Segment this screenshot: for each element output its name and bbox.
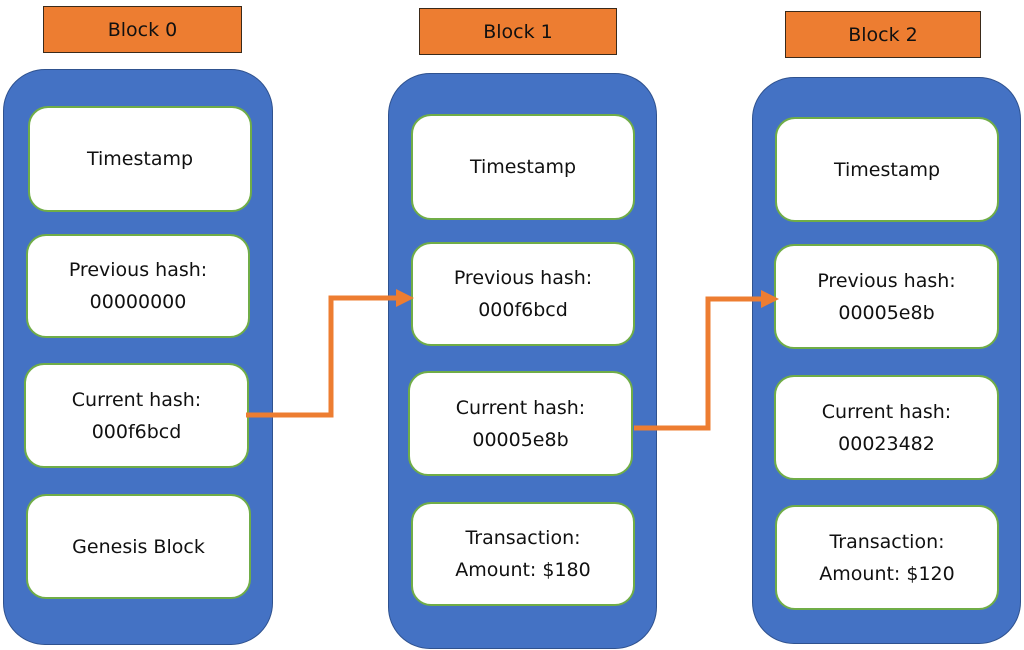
cell-text: Transaction: bbox=[829, 530, 945, 553]
block-0-timestamp-cell: Timestamp bbox=[28, 106, 252, 212]
block-0-current-hash-cell: Current hash: 000f6bcd bbox=[24, 363, 249, 468]
cell-value: 00005e8b bbox=[472, 428, 569, 451]
block-1-label: Block 1 bbox=[419, 8, 617, 55]
cell-text: Previous hash: bbox=[453, 267, 593, 289]
cell-text: Current hash: bbox=[821, 400, 952, 423]
block-0-label: Block 0 bbox=[43, 6, 242, 53]
block-2-previous-hash-cell: Previous hash: 00005e8b bbox=[774, 244, 999, 349]
block-1-current-hash-cell: Current hash: 00005e8b bbox=[408, 371, 633, 476]
block-2-current-hash-cell: Current hash: 00023482 bbox=[774, 375, 999, 480]
block-1-timestamp-cell: Timestamp bbox=[411, 114, 635, 220]
cell-text: Genesis Block bbox=[72, 535, 205, 558]
block-2-label: Block 2 bbox=[785, 11, 981, 58]
cell-value: 000f6bcd bbox=[478, 299, 568, 321]
cell-text: Timestamp bbox=[86, 148, 194, 170]
block-2: Timestamp Previous hash: 00005e8b Curren… bbox=[752, 77, 1021, 644]
cell-value: 00023482 bbox=[838, 432, 935, 455]
block-0-previous-hash-cell: Previous hash: 00000000 bbox=[26, 234, 250, 338]
cell-value: Amount: $120 bbox=[819, 562, 955, 585]
block-1: Timestamp Previous hash: 000f6bcd Curren… bbox=[388, 73, 657, 649]
cell-value: 00005e8b bbox=[838, 301, 935, 324]
block-2-timestamp-cell: Timestamp bbox=[775, 117, 999, 222]
block-1-previous-hash-cell: Previous hash: 000f6bcd bbox=[411, 242, 635, 346]
cell-text: Timestamp bbox=[469, 156, 577, 178]
cell-value: 00000000 bbox=[89, 291, 187, 313]
block-0: Timestamp Previous hash: 00000000 Curren… bbox=[3, 69, 273, 645]
cell-value: Amount: $180 bbox=[455, 559, 591, 581]
cell-text: Current hash: bbox=[455, 396, 586, 419]
cell-text: Previous hash: bbox=[817, 269, 956, 292]
block-0-genesis-cell: Genesis Block bbox=[26, 494, 251, 599]
block-2-transaction-cell: Transaction: Amount: $120 bbox=[775, 505, 999, 610]
cell-text: Transaction: bbox=[465, 527, 581, 549]
cell-text: Current hash: bbox=[71, 388, 202, 411]
block-1-transaction-cell: Transaction: Amount: $180 bbox=[411, 502, 635, 606]
cell-text: Previous hash: bbox=[68, 259, 208, 281]
cell-text: Timestamp bbox=[833, 158, 941, 181]
cell-value: 000f6bcd bbox=[91, 420, 182, 443]
